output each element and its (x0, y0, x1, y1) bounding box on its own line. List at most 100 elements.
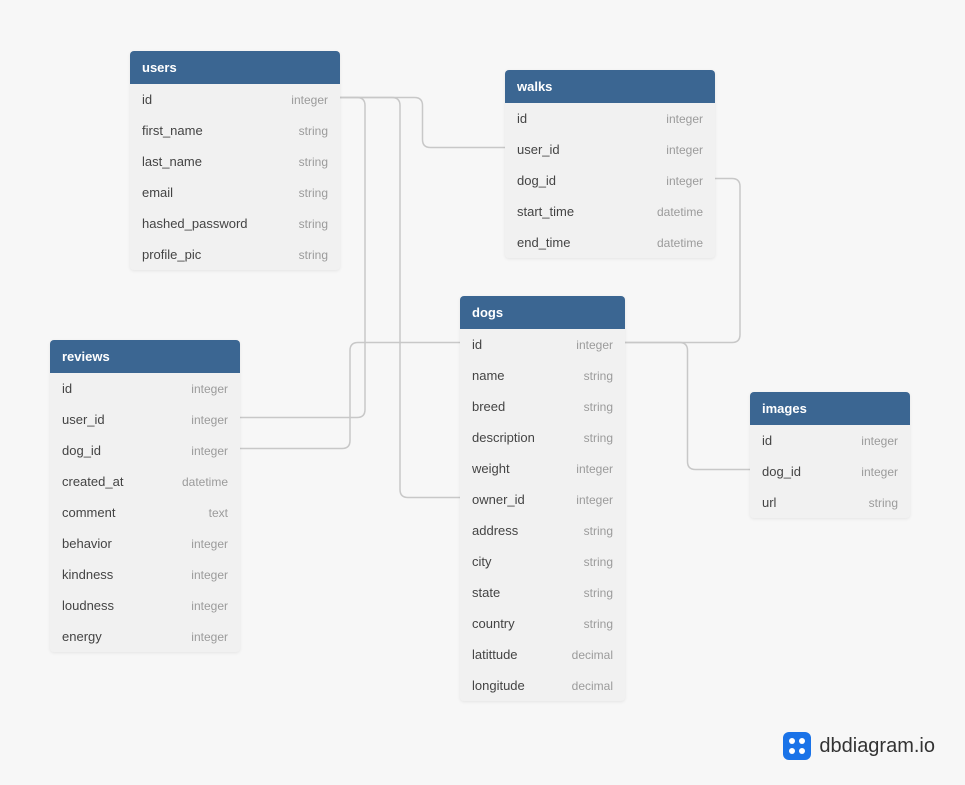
column-row[interactable]: country string (460, 608, 625, 639)
column-name: id (62, 381, 72, 396)
column-row[interactable]: breedstring (460, 391, 625, 422)
column-name: comment (62, 505, 115, 520)
column-type: integer (291, 93, 328, 107)
column-type: string (584, 555, 613, 569)
column-type: integer (191, 382, 228, 396)
column-name: user_id (517, 142, 560, 157)
column-name: country (472, 616, 515, 631)
column-row[interactable]: name string (460, 360, 625, 391)
column-row[interactable]: id integer (750, 425, 910, 456)
column-row[interactable]: descriptionstring (460, 422, 625, 453)
column-row[interactable]: first_namestring (130, 115, 340, 146)
column-type: string (869, 496, 898, 510)
column-row[interactable]: energyinteger (50, 621, 240, 652)
column-name: name (472, 368, 505, 383)
column-row[interactable]: loudnessinteger (50, 590, 240, 621)
column-row[interactable]: hashed_passwordstring (130, 208, 340, 239)
column-row[interactable]: state string (460, 577, 625, 608)
column-type: string (584, 617, 613, 631)
column-type: integer (861, 465, 898, 479)
column-name: state (472, 585, 500, 600)
column-name: latittude (472, 647, 518, 662)
column-name: energy (62, 629, 102, 644)
column-name: id (762, 433, 772, 448)
column-type: integer (666, 174, 703, 188)
column-row[interactable]: start_time datetime (505, 196, 715, 227)
column-row[interactable]: url string (750, 487, 910, 518)
column-row[interactable]: citystring (460, 546, 625, 577)
column-row[interactable]: id integer (460, 329, 625, 360)
column-type: string (299, 124, 328, 138)
column-row[interactable]: dog_id integer (505, 165, 715, 196)
column-row[interactable]: last_namestring (130, 146, 340, 177)
column-row[interactable]: idinteger (505, 103, 715, 134)
table-header-walks[interactable]: walks (505, 70, 715, 103)
column-name: longitude (472, 678, 525, 693)
column-row[interactable]: user_idinteger (50, 404, 240, 435)
column-name: last_name (142, 154, 202, 169)
column-type: text (209, 506, 228, 520)
column-row[interactable]: longitude decimal (460, 670, 625, 701)
column-name: id (142, 92, 152, 107)
column-name: behavior (62, 536, 112, 551)
column-row[interactable]: id integer (130, 84, 340, 115)
table-images[interactable]: images id integer dog_id integer url string (750, 392, 910, 518)
column-name: address (472, 523, 518, 538)
column-type: string (584, 431, 613, 445)
column-name: url (762, 495, 776, 510)
column-type: integer (576, 338, 613, 352)
column-type: decimal (572, 648, 613, 662)
column-type: integer (666, 143, 703, 157)
column-row[interactable]: comment text (50, 497, 240, 528)
column-row[interactable]: profile_picstring (130, 239, 340, 270)
column-row[interactable]: dog_idinteger (50, 435, 240, 466)
column-row[interactable]: end_timedatetime (505, 227, 715, 258)
column-type: datetime (657, 205, 703, 219)
column-row[interactable]: latittude decimal (460, 639, 625, 670)
column-row[interactable]: user_id integer (505, 134, 715, 165)
table-header-users[interactable]: users (130, 51, 340, 84)
column-name: breed (472, 399, 505, 414)
diagram-canvas[interactable]: usersidintegerfirst_namestringlast_names… (0, 0, 965, 785)
column-name: kindness (62, 567, 113, 582)
table-header-images[interactable]: images (750, 392, 910, 425)
logo: dbdiagram.io (783, 732, 935, 760)
column-name: dog_id (517, 173, 556, 188)
column-type: decimal (572, 679, 613, 693)
column-row[interactable]: emailstring (130, 177, 340, 208)
column-name: id (472, 337, 482, 352)
column-type: string (584, 586, 613, 600)
column-type: string (299, 217, 328, 231)
column-type: integer (191, 599, 228, 613)
column-row[interactable]: kindnessinteger (50, 559, 240, 590)
relation-connector (625, 343, 750, 470)
column-row[interactable]: weight integer (460, 453, 625, 484)
column-name: created_at (62, 474, 123, 489)
table-dogs[interactable]: dogsidintegernamestringbreedstringdescri… (460, 296, 625, 701)
column-type: string (299, 248, 328, 262)
column-type: integer (191, 413, 228, 427)
column-type: integer (861, 434, 898, 448)
column-row[interactable]: dog_id integer (750, 456, 910, 487)
column-row[interactable]: created_atdatetime (50, 466, 240, 497)
relation-connector (340, 98, 460, 498)
column-name: dog_id (762, 464, 801, 479)
column-type: integer (191, 537, 228, 551)
column-row[interactable]: owner_idinteger (460, 484, 625, 515)
table-walks[interactable]: walksidintegeruser_idintegerdog_idintege… (505, 70, 715, 258)
column-type: integer (576, 462, 613, 476)
column-row[interactable]: behavior integer (50, 528, 240, 559)
table-header-reviews[interactable]: reviews (50, 340, 240, 373)
column-type: string (584, 369, 613, 383)
column-name: weight (472, 461, 510, 476)
column-row[interactable]: address string (460, 515, 625, 546)
column-name: start_time (517, 204, 574, 219)
relation-connector (240, 343, 460, 449)
logo-icon (783, 732, 811, 760)
table-users[interactable]: usersidintegerfirst_namestringlast_names… (130, 51, 340, 270)
column-name: dog_id (62, 443, 101, 458)
column-row[interactable]: id integer (50, 373, 240, 404)
table-reviews[interactable]: reviewsidintegeruser_idintegerdog_idinte… (50, 340, 240, 652)
table-header-dogs[interactable]: dogs (460, 296, 625, 329)
column-type: string (584, 524, 613, 538)
